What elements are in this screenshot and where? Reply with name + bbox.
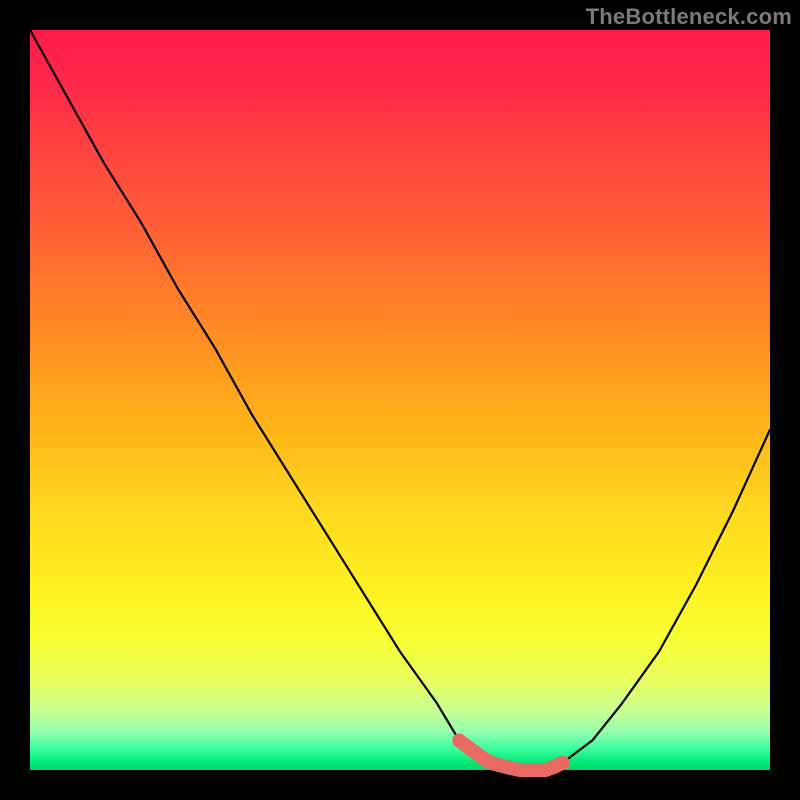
chart-frame: TheBottleneck.com (0, 0, 800, 800)
chart-svg (30, 30, 770, 770)
optimal-range-marker (459, 740, 563, 770)
watermark-text: TheBottleneck.com (586, 4, 792, 30)
bottleneck-curve (30, 30, 770, 770)
plot-area (30, 30, 770, 770)
